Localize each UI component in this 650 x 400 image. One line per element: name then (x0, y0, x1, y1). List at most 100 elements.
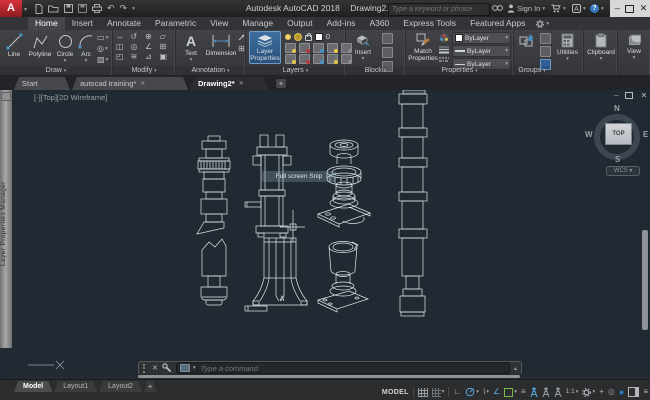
object-snap-toggle[interactable] (504, 388, 513, 397)
offset-tool-icon[interactable]: ▣ (160, 52, 174, 61)
help-search-box[interactable] (388, 3, 490, 16)
block-panel-label[interactable]: Block ▾ (346, 66, 405, 75)
minimize-button[interactable]: – (615, 4, 620, 13)
edit-block-icon[interactable] (382, 33, 393, 44)
tab-express-tools[interactable]: Express Tools (396, 17, 463, 30)
snap-mode-toggle[interactable] (432, 388, 441, 397)
application-menu-button[interactable]: A (0, 0, 22, 17)
annotation-autoscale-toggle[interactable] (542, 387, 550, 397)
layer-tool-icon[interactable] (327, 54, 338, 64)
polar-dropdown-icon[interactable]: ▾ (476, 387, 479, 397)
tab-annotate[interactable]: Annotate (100, 17, 148, 30)
tab-manage[interactable]: Manage (235, 17, 280, 30)
array-tool-icon[interactable]: ⊿ (145, 52, 159, 61)
polyline-button[interactable]: Polyline (26, 31, 54, 58)
viewcube-wcs-dropdown[interactable]: WCS ▾ (606, 166, 640, 176)
layer-on-bulb-icon[interactable] (285, 34, 291, 40)
ribbon-options-dropdown-icon[interactable]: ▾ (546, 21, 549, 27)
osnap-dropdown-icon[interactable]: ▾ (514, 387, 517, 397)
recent-commands-dropdown-icon[interactable]: ▾ (193, 365, 196, 371)
search-binoculars-icon[interactable] (492, 4, 503, 12)
undo-icon[interactable]: ↶ (107, 4, 115, 13)
object-color-dropdown[interactable]: ByLayer ▾ (452, 32, 511, 44)
erase-tool-icon[interactable]: ▱ (160, 32, 174, 41)
viewcube-top-face[interactable]: TOP (605, 123, 632, 145)
ellipse-tool-icon[interactable]: ◎ (97, 44, 104, 53)
restore-button[interactable] (625, 5, 634, 13)
grid-display-toggle[interactable] (418, 388, 428, 397)
tab-insert[interactable]: Insert (65, 17, 100, 30)
utilities-button[interactable]: Utilities ▾ (552, 31, 583, 74)
application-menu-dropdown-icon[interactable]: ▾ (24, 6, 27, 13)
tab-home[interactable]: Home (28, 17, 65, 30)
current-layer-name[interactable]: 0 (326, 34, 330, 41)
layers-panel-label[interactable]: Layers ▾ (246, 66, 345, 75)
rotate-tool-icon[interactable]: ↺ (131, 32, 145, 41)
lineweight-list-icon[interactable] (439, 46, 449, 54)
ucs-icon[interactable] (28, 361, 64, 369)
groups-panel-label[interactable]: Groups ▾ (514, 66, 550, 75)
layer-tool-icon[interactable] (285, 43, 296, 53)
ellipse-dropdown-icon[interactable]: ▾ (105, 46, 108, 52)
layer-properties-button[interactable]: Layer Properties (249, 31, 281, 64)
rect-dropdown-icon[interactable]: ▾ (106, 35, 109, 41)
sign-in-dropdown-icon[interactable]: ▾ (542, 6, 545, 12)
stretch-tool-icon[interactable]: ◰ (116, 52, 130, 61)
workspace-dropdown-icon[interactable]: ▾ (592, 387, 595, 397)
layer-tool-icon[interactable] (299, 54, 310, 64)
layer-tool-icon[interactable] (313, 54, 324, 64)
command-input[interactable] (199, 363, 506, 374)
match-properties-button[interactable]: Match Properties (408, 31, 438, 62)
command-bar-close-icon[interactable]: ✕ (152, 364, 158, 372)
layout-tab-layout2[interactable]: Layout2 (99, 381, 142, 392)
circle-dropdown-icon[interactable]: ▾ (64, 58, 67, 64)
viewcube-east-label[interactable]: E (643, 130, 648, 139)
sign-in-control[interactable]: Sign In ▾ (507, 4, 545, 13)
tab-a360[interactable]: A360 (362, 17, 396, 30)
file-tab-autocad-training[interactable]: autocad training* ✕ (72, 77, 188, 90)
command-input-field[interactable]: ▾ (176, 362, 510, 374)
command-history-up-icon[interactable]: ▴ (514, 365, 517, 372)
copy-tool-icon[interactable]: ◫ (116, 42, 130, 51)
insert-dropdown-icon[interactable]: ▾ (362, 56, 365, 62)
clipboard-button[interactable]: Clipboard ▾ (585, 31, 617, 74)
group-button[interactable] (515, 31, 539, 49)
text-button[interactable]: A Text ▾ (179, 31, 203, 63)
training-tab-close-icon[interactable]: ✕ (140, 80, 145, 87)
layer-tool-icon[interactable] (313, 43, 324, 53)
help-icon[interactable]: ? (590, 4, 599, 13)
close-button[interactable]: ✕ (640, 4, 648, 13)
layer-tool-icon[interactable] (285, 54, 296, 64)
draw-panel-label[interactable]: Draw ▾ (0, 66, 112, 75)
lineweight-dropdown[interactable]: ByLayer ▾ (452, 45, 511, 57)
annotation-scale-sync-toggle[interactable] (554, 387, 562, 397)
utilities-dropdown-icon[interactable]: ▾ (566, 56, 569, 62)
qat-customize-dropdown-icon[interactable]: ▾ (132, 6, 135, 12)
color-wheel-icon[interactable] (439, 33, 449, 43)
search-input[interactable] (389, 6, 489, 13)
vertical-scrollbar-thumb[interactable] (642, 230, 648, 330)
ribbon-options-gear-icon[interactable] (536, 20, 544, 28)
viewcube-south-label[interactable]: S (615, 155, 620, 164)
isolate-objects-toggle[interactable]: ◎ (608, 387, 615, 397)
customization-menu-button[interactable]: ≡ (643, 387, 648, 397)
app-store-icon[interactable]: A (572, 4, 581, 13)
file-tab-start[interactable]: Start (14, 77, 70, 90)
hardware-acceleration-indicator[interactable]: ● (619, 387, 624, 397)
hatch-dropdown-icon[interactable]: ▾ (106, 57, 109, 63)
annotation-panel-label[interactable]: Annotation ▾ (176, 66, 245, 75)
line-button[interactable]: Line (2, 31, 26, 58)
modify-panel-label[interactable]: Modify ▾ (113, 66, 175, 75)
tab-featured-apps[interactable]: Featured Apps (463, 17, 532, 30)
object-snap-tracking-toggle[interactable]: ∠ (493, 387, 500, 397)
clipboard-dropdown-icon[interactable]: ▾ (600, 56, 603, 62)
insert-button[interactable]: Insert ▾ (350, 31, 376, 62)
annotation-visibility-toggle[interactable] (530, 387, 538, 397)
ortho-mode-toggle[interactable]: ∟ (453, 387, 461, 397)
trim-tool-icon[interactable]: ⊕ (145, 32, 159, 41)
arc-dropdown-icon[interactable]: ▾ (85, 58, 88, 64)
isodraft-dropdown-icon[interactable]: ▾ (486, 387, 489, 397)
create-block-icon[interactable] (382, 47, 393, 58)
linetype-list-icon[interactable] (439, 57, 449, 63)
save-icon[interactable] (64, 4, 73, 13)
